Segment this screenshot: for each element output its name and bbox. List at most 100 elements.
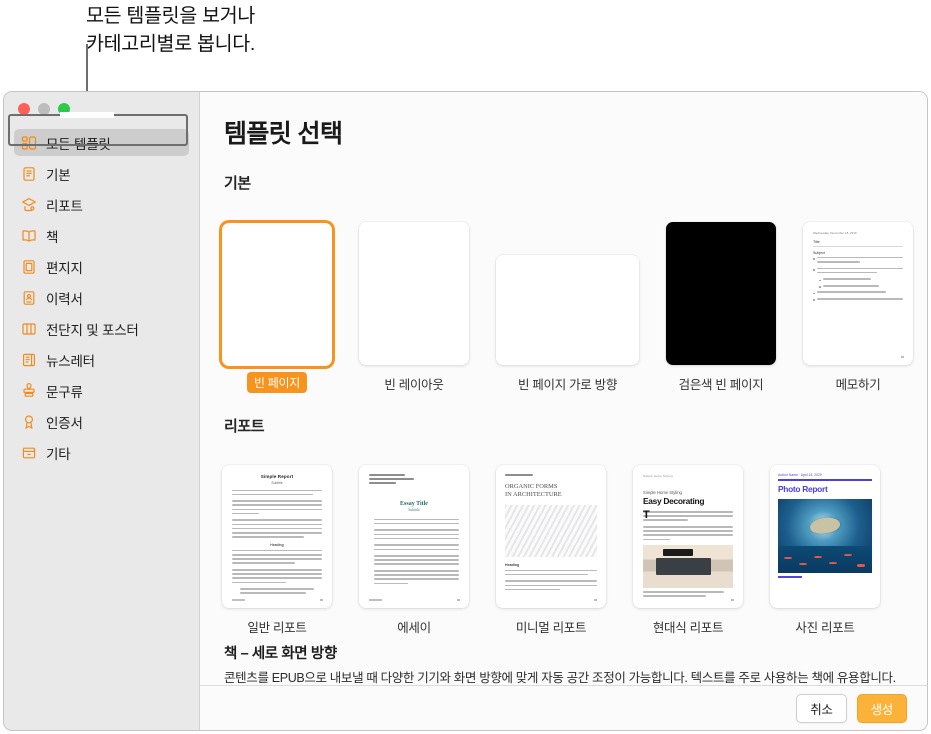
template-info-bar: 책 – 세로 화면 방향 콘텐츠를 EPUB으로 내보낼 때 다양한 기기와 화… [200, 636, 927, 686]
stationery-icon [20, 258, 37, 275]
thumb-title: Photo Report [778, 484, 872, 494]
thumb-image [643, 545, 733, 588]
dialog-button-bar: 취소 생성 [200, 686, 927, 730]
stamp-icon [20, 382, 37, 399]
sidebar-category-list: 모든 템플릿 기본 [4, 129, 199, 470]
template-thumbnail: Essay Title Subtitle [359, 465, 469, 608]
template-label: 빈 페이지 가로 방향 [518, 374, 617, 393]
certificate-icon [20, 413, 37, 430]
sidebar-item-all-templates[interactable]: 모든 템플릿 [14, 129, 189, 156]
all-templates-icon [20, 134, 37, 151]
callout-annotation-text: 모든 템플릿을 보거나 카테고리별로 봅니다. [86, 2, 406, 58]
sidebar-item-label: 뉴스레터 [46, 350, 95, 370]
thumb-heading-line1: ORGANIC FORMS [505, 483, 557, 490]
report-icon [20, 196, 37, 213]
template-label: 현대식 리포트 [653, 617, 723, 636]
callout-line-joint-mask [60, 112, 114, 118]
sidebar-item-label: 기본 [46, 164, 70, 184]
thumb-heading: ORGANIC FORMS IN ARCHITECTURE [505, 483, 597, 499]
sidebar-item-stationery[interactable]: 편지지 [14, 253, 189, 280]
template-label: 메모하기 [836, 374, 881, 393]
template-label: 일반 리포트 [247, 617, 306, 636]
sidebar-item-report[interactable]: 리포트 [14, 191, 189, 218]
flyer-poster-icon [20, 320, 37, 337]
sidebar-item-label: 문구류 [46, 381, 83, 401]
main-content: 템플릿 선택 기본 빈 페이지 빈 레이아웃 빈 페이지 가로 방향 [200, 92, 927, 730]
template-thumbnail: Simple Report Subtitle Heading [222, 465, 332, 608]
template-thumbnail [496, 255, 639, 365]
misc-icon [20, 444, 37, 461]
book-icon [20, 227, 37, 244]
sidebar-item-label: 책 [46, 226, 58, 246]
template-scroll-area[interactable]: 템플릿 선택 기본 빈 페이지 빈 레이아웃 빈 페이지 가로 방향 [200, 92, 927, 636]
template-row-basic: 빈 페이지 빈 레이아웃 빈 페이지 가로 방향 검은색 빈 페이지 [200, 203, 927, 393]
create-button[interactable]: 생성 [857, 694, 907, 723]
thumb-title: Easy Decorating [643, 496, 733, 506]
template-label: 사진 리포트 [795, 617, 854, 636]
thumb-note-title: Title [813, 240, 903, 244]
thumb-footer [778, 576, 802, 578]
thumb-image [505, 505, 597, 557]
template-card-blank-landscape[interactable]: 빈 페이지 가로 방향 [496, 255, 639, 393]
template-thumbnail [666, 222, 776, 365]
template-card-note-taking[interactable]: Wednesday, December 18, 2019 Title Subje… [803, 222, 913, 393]
cancel-button[interactable]: 취소 [796, 694, 846, 723]
thumb-supertitle: Simple Home Styling [643, 490, 733, 495]
template-card-photo-report[interactable]: Author Name · April 14, 2020 Photo Repor… [770, 465, 880, 636]
sidebar-item-label: 전단지 및 포스터 [46, 319, 139, 339]
sidebar-item-resume[interactable]: 이력서 [14, 284, 189, 311]
thumb-subtitle: Subtitle [232, 481, 322, 485]
sidebar-item-misc[interactable]: 기타 [14, 439, 189, 466]
template-card-modern-report[interactable]: Simple Home Styling Simple Home Styling … [633, 465, 743, 636]
sidebar-item-newsletter[interactable]: 뉴스레터 [14, 346, 189, 373]
sidebar-item-label: 모든 템플릿 [46, 133, 111, 153]
template-thumbnail [222, 223, 332, 366]
resume-icon [20, 289, 37, 306]
sidebar-item-book[interactable]: 책 [14, 222, 189, 249]
sidebar-item-stationery-goods[interactable]: 문구류 [14, 377, 189, 404]
close-button[interactable] [18, 103, 30, 115]
template-card-blank-page[interactable]: 빈 페이지 [222, 223, 332, 393]
page-title: 템플릿 선택 [224, 114, 927, 150]
template-label: 빈 레이아웃 [384, 374, 443, 393]
thumb-note-subject: Subject [813, 251, 903, 255]
minimize-button[interactable] [38, 103, 50, 115]
template-card-essay[interactable]: Essay Title Subtitle 에세이 [359, 465, 469, 636]
template-thumbnail: ORGANIC FORMS IN ARCHITECTURE Heading [496, 465, 606, 608]
section-title-report: 리포트 [224, 415, 927, 436]
sidebar-item-label: 이력서 [46, 288, 83, 308]
sidebar-item-label: 리포트 [46, 195, 83, 215]
template-label: 빈 페이지 [247, 372, 307, 393]
template-card-minimal-report[interactable]: ORGANIC FORMS IN ARCHITECTURE Heading 미니… [496, 465, 606, 636]
thumb-kicker: Author Name · April 14, 2020 [778, 473, 872, 477]
template-card-black-blank-page[interactable]: 검은색 빈 페이지 [666, 222, 776, 393]
sidebar-item-label: 인증서 [46, 412, 83, 432]
sidebar-item-certificate[interactable]: 인증서 [14, 408, 189, 435]
sidebar-item-label: 편지지 [46, 257, 83, 277]
sidebar-item-label: 기타 [46, 443, 70, 463]
thumb-image [778, 499, 872, 573]
thumb-subtitle: Subtitle [369, 508, 459, 512]
divider [813, 246, 903, 247]
thumb-dropcap: T [643, 511, 650, 520]
thumb-note-date: Wednesday, December 18, 2019 [813, 231, 903, 235]
template-card-basic-report[interactable]: Simple Report Subtitle Heading 일반 [222, 465, 332, 636]
thumb-title: Simple Report [232, 474, 322, 479]
basic-document-icon [20, 165, 37, 182]
thumb-subheading: Heading [505, 563, 597, 567]
info-title: 책 – 세로 화면 방향 [224, 642, 903, 663]
template-card-blank-layout[interactable]: 빈 레이아웃 [359, 222, 469, 393]
section-title-basic: 기본 [224, 172, 927, 193]
divider [778, 479, 872, 481]
template-label: 에세이 [397, 617, 431, 636]
template-row-report: Simple Report Subtitle Heading 일반 [200, 446, 927, 636]
thumb-heading-line2: IN ARCHITECTURE [505, 491, 562, 498]
sidebar-item-flyers-posters[interactable]: 전단지 및 포스터 [14, 315, 189, 342]
sidebar-item-basic[interactable]: 기본 [14, 160, 189, 187]
template-thumbnail: Wednesday, December 18, 2019 Title Subje… [803, 222, 913, 365]
sidebar: 모든 템플릿 기본 [4, 92, 200, 730]
thumb-kicker: Simple Home Styling [643, 474, 733, 478]
template-label: 검은색 빈 페이지 [679, 374, 764, 393]
template-thumbnail [359, 222, 469, 365]
template-thumbnail: Simple Home Styling Simple Home Styling … [633, 465, 743, 608]
